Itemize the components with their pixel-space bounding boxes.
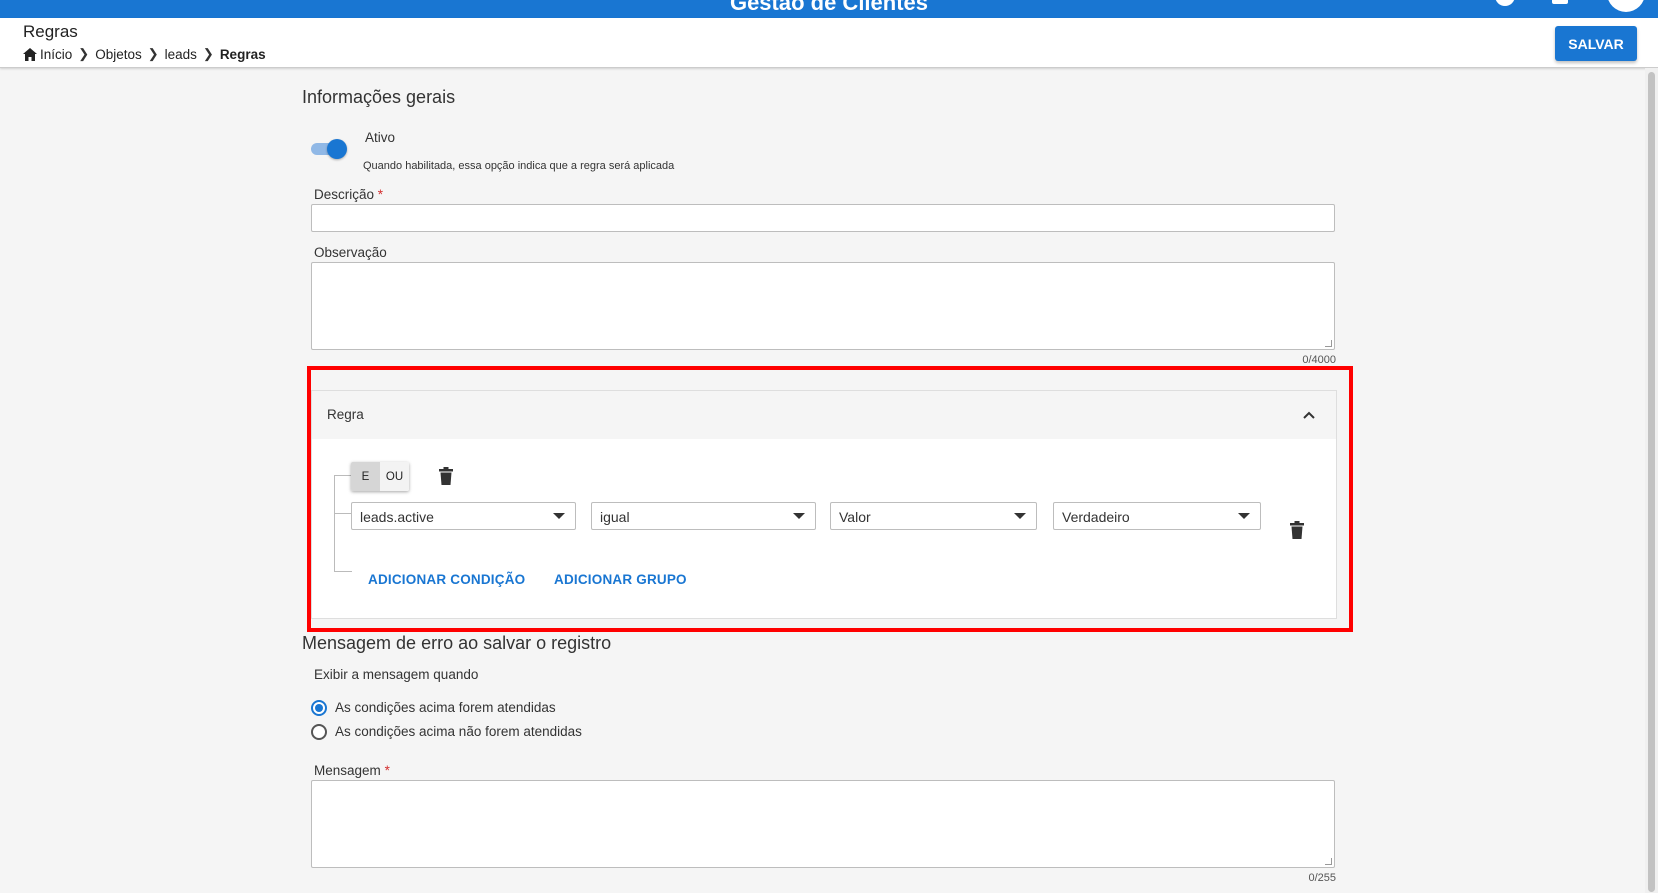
chevron-right-icon: ❯ (147, 46, 159, 61)
observation-counter: 0/4000 (1302, 354, 1336, 366)
breadcrumb-leads[interactable]: leads (165, 47, 197, 62)
radio-conditions-met-label[interactable]: As condições acima forem atendidas (335, 700, 556, 715)
breadcrumb-home[interactable]: Início (40, 47, 72, 62)
active-label: Ativo (365, 130, 396, 145)
error-section-title: Mensagem de erro ao salvar o registro (302, 633, 612, 653)
description-input[interactable] (311, 204, 1335, 232)
page-header: Regras Início ❯ Objetos ❯ leads ❯ Regras… (0, 18, 1658, 68)
active-hint: Quando habilitada, essa opção indica que… (363, 160, 675, 172)
breadcrumb-objects[interactable]: Objetos (95, 47, 142, 62)
required-marker: * (384, 763, 390, 778)
scrollbar[interactable] (1645, 68, 1658, 893)
description-label-text: Descrição (314, 187, 375, 202)
chevron-right-icon: ❯ (78, 46, 90, 61)
general-section-title: Informações gerais (302, 87, 456, 107)
bell-icon[interactable] (1552, 0, 1568, 4)
message-label: Mensagem * (314, 763, 390, 778)
chevron-right-icon: ❯ (202, 46, 214, 61)
radio-conditions-not-met-label[interactable]: As condições acima não forem atendidas (335, 724, 582, 739)
radio-conditions-not-met[interactable] (311, 724, 327, 740)
message-textarea[interactable] (311, 780, 1335, 868)
scrollbar-thumb[interactable] (1648, 72, 1655, 892)
toggle-knob (327, 139, 347, 159)
save-button[interactable]: SALVAR (1555, 26, 1637, 61)
resize-handle[interactable] (1325, 340, 1332, 347)
observation-textarea[interactable] (311, 262, 1335, 350)
message-counter: 0/255 (1308, 872, 1336, 884)
show-when-label: Exibir a mensagem quando (314, 667, 479, 682)
required-marker: * (377, 187, 384, 202)
app-bar: Gestão de Clientes (0, 0, 1658, 18)
message-label-text: Mensagem (314, 763, 381, 778)
radio-conditions-met[interactable] (311, 700, 327, 716)
resize-handle[interactable] (1325, 858, 1332, 865)
breadcrumb-current: Regras (219, 46, 266, 62)
app-title: Gestão de Clientes (729, 0, 929, 15)
highlight-box (307, 366, 1353, 632)
home-icon (23, 47, 37, 61)
breadcrumb: Início ❯ Objetos ❯ leads ❯ Regras (23, 46, 266, 62)
active-toggle[interactable] (311, 139, 349, 159)
page-title: Regras (23, 22, 78, 41)
description-label: Descrição * (314, 187, 383, 202)
observation-label: Observação (314, 245, 387, 260)
